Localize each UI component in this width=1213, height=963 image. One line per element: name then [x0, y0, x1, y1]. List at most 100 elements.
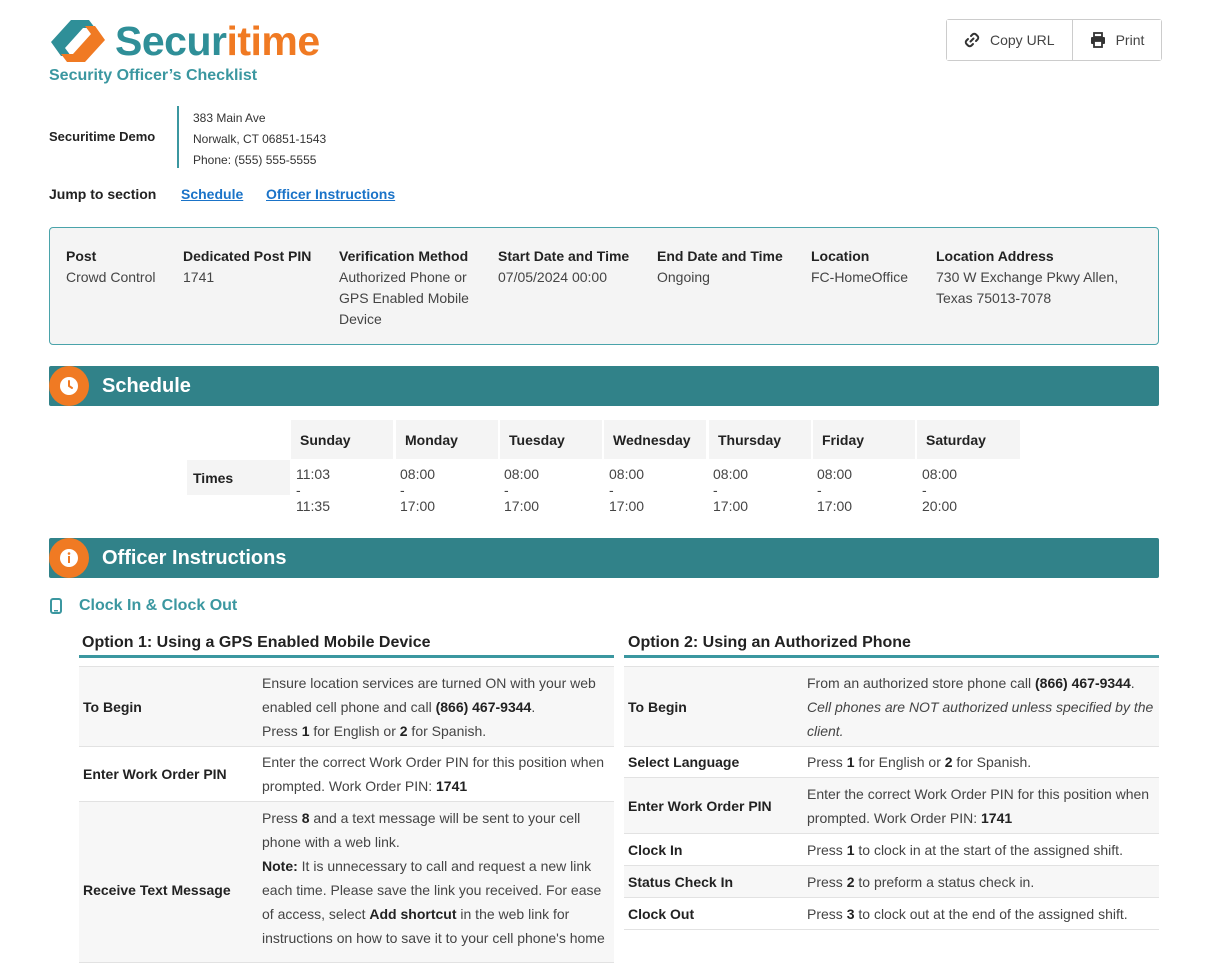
row-text: Press 1 for English or 2 for Spanish. [807, 750, 1157, 774]
address-line2: Norwalk, CT 06851-1543 [193, 132, 327, 146]
day-header-monday: Monday [396, 420, 498, 459]
info-value: Authorized Phone or GPS Enabled Mobile D… [339, 269, 469, 327]
option2-underline [624, 655, 1159, 658]
text-part: to preform a status check in. [854, 874, 1035, 890]
day-header-friday: Friday [813, 420, 915, 459]
text-part: . [1130, 675, 1135, 691]
copy-url-label: Copy URL [990, 32, 1055, 48]
text-part: Enter the correct Work Order PIN for thi… [807, 786, 1150, 826]
info-value: 07/05/2024 00:00 [498, 269, 607, 285]
brand-part1: Secur [115, 17, 227, 64]
day-header-thursday: Thursday [709, 420, 811, 459]
page-subtitle: Security Officer’s Checklist [49, 67, 258, 84]
brand-part2: itime [226, 17, 320, 64]
row-text: Ensure location services are turned ON w… [262, 671, 612, 743]
add-shortcut-text: Add shortcut [369, 906, 457, 922]
row-label: Enter Work Order PIN [628, 798, 772, 814]
info-value: 1741 [183, 269, 215, 285]
time-wednesday: 08:00 - 17:00 [609, 466, 645, 514]
address-divider [177, 106, 179, 168]
row-text: From an authorized store phone call (866… [807, 671, 1157, 743]
text-part: Enter the correct Work Order PIN for thi… [262, 754, 605, 794]
instructions-title: Officer Instructions [102, 547, 287, 569]
printer-icon [1090, 32, 1105, 48]
row-label: Clock Out [628, 906, 695, 922]
time-thursday: 08:00 - 17:00 [713, 466, 749, 514]
option2-row-clock-out: Clock Out Press 3 to clock out at the en… [624, 898, 1159, 930]
mobile-phone-icon [50, 598, 62, 614]
time-sunday: 11:03 - 11:35 [296, 466, 330, 514]
info-end: End Date and Time Ongoing [657, 246, 802, 288]
securitime-logo-icon [51, 20, 105, 62]
row-label: Receive Text Message [83, 882, 231, 898]
print-button[interactable]: Print [1071, 20, 1162, 60]
option2-row-to-begin: To Begin From an authorized store phone … [624, 666, 1159, 747]
row-text: Enter the correct Work Order PIN for thi… [262, 750, 612, 798]
info-heading: Post [66, 248, 97, 264]
info-verification: Verification Method Authorized Phone or … [339, 246, 484, 330]
time-tuesday: 08:00 - 17:00 [504, 466, 540, 514]
text-part: Press [262, 723, 302, 739]
option2-heading: Option 2: Using an Authorized Phone [628, 634, 911, 651]
option2-row-language: Select Language Press 1 for English or 2… [624, 746, 1159, 778]
info-value: 730 W Exchange Pkwy Allen, Texas 75013-7… [936, 269, 1119, 306]
option1-underline [79, 655, 614, 658]
day-header-wednesday: Wednesday [604, 420, 706, 459]
schedule-section-header: Schedule [49, 366, 1159, 406]
day-header-sunday: Sunday [291, 420, 393, 459]
post-info-panel: Post Crowd Control Dedicated Post PIN 17… [49, 227, 1159, 345]
text-part: to clock out at the end of the assigned … [854, 906, 1128, 922]
text-part: for Spanish. [407, 723, 487, 739]
text-part: Ensure location services are turned ON w… [262, 675, 596, 715]
option1-row-to-begin: To Begin Ensure location services are tu… [79, 666, 614, 747]
option1-row-text-message: Receive Text Message Press 8 and a text … [79, 802, 614, 963]
info-heading: End Date and Time [657, 248, 783, 264]
phone-number: (866) 467-9344 [1035, 675, 1131, 691]
option1-heading: Option 1: Using a GPS Enabled Mobile Dev… [82, 634, 431, 651]
info-value: Crowd Control [66, 269, 156, 285]
note-label: Note: [262, 858, 298, 874]
instructions-section-header: Officer Instructions [49, 538, 1159, 578]
address-line1: 383 Main Ave [193, 111, 266, 125]
text-part: for Spanish. [952, 754, 1032, 770]
option2-row-pin: Enter Work Order PIN Enter the correct W… [624, 778, 1159, 834]
times-row-label: Times [187, 460, 290, 495]
key-number: 2 [399, 723, 408, 739]
company-name: Securitime Demo [49, 129, 156, 144]
day-header-saturday: Saturday [917, 420, 1020, 459]
info-location: Location FC-HomeOffice [811, 246, 931, 288]
info-post: Post Crowd Control [66, 246, 176, 288]
info-heading: Location [811, 248, 870, 264]
row-label: Clock In [628, 842, 683, 858]
text-part: for English or [854, 754, 945, 770]
time-friday: 08:00 - 17:00 [817, 466, 853, 514]
text-part: From an authorized store phone call [807, 675, 1036, 691]
pin-value: 1741 [436, 778, 468, 794]
brand-wordmark: Securitime [115, 17, 320, 64]
text-part: Press [807, 874, 847, 890]
info-pin: Dedicated Post PIN 1741 [183, 246, 333, 288]
text-part: Press [262, 810, 302, 826]
key-number: 2 [944, 754, 953, 770]
phone-number: (866) 467-9344 [435, 699, 532, 715]
text-part: Press [807, 906, 847, 922]
jump-link-officer-instructions[interactable]: Officer Instructions [266, 186, 395, 202]
row-text: Enter the correct Work Order PIN for thi… [807, 782, 1157, 830]
company-phone: Phone: (555) 555-5555 [193, 153, 317, 167]
text-part: and a text message will be sent to your … [262, 810, 581, 850]
text-part: to clock in at the start of the assigned… [854, 842, 1123, 858]
copy-url-button[interactable]: Copy URL [947, 20, 1072, 60]
info-heading: Dedicated Post PIN [183, 248, 312, 264]
row-label: Select Language [628, 754, 740, 770]
info-heading: Start Date and Time [498, 248, 630, 264]
row-text: Press 3 to clock out at the end of the a… [807, 902, 1157, 926]
day-header-tuesday: Tuesday [500, 420, 602, 459]
row-label: Status Check In [628, 874, 734, 890]
schedule-title: Schedule [102, 375, 191, 397]
text-part: Press [807, 754, 847, 770]
option2-row-clock-in: Clock In Press 1 to clock in at the star… [624, 834, 1159, 866]
row-label: To Begin [83, 699, 142, 715]
brand-logo: Securitime [49, 18, 320, 64]
jump-link-schedule[interactable]: Schedule [181, 186, 243, 202]
time-saturday: 08:00 - 20:00 [922, 466, 958, 514]
